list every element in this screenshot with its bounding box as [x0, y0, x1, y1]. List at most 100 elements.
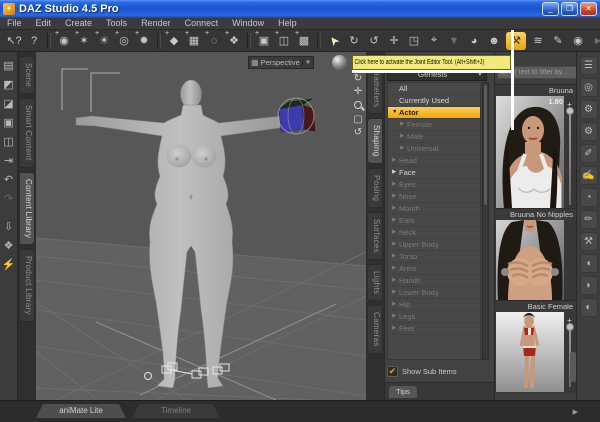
weight-map-brush-tool-icon[interactable]: ≋ — [528, 32, 548, 50]
world-sphere-icon[interactable]: ◐ — [579, 298, 598, 317]
tool-clamp-icon[interactable]: ⚒ — [579, 232, 598, 251]
scale-tool-icon[interactable]: ◳ — [404, 32, 424, 50]
list-item-female[interactable]: ▶ Female — [388, 119, 480, 131]
list-item-mouth[interactable]: ▶ Mouth — [388, 203, 480, 215]
new-null-icon[interactable]: ◌ — [204, 30, 224, 50]
annotate-pencil-icon[interactable]: ✏ — [579, 210, 598, 229]
context-help-icon[interactable]: ↖? — [4, 32, 24, 50]
list-item-eyes[interactable]: ▶ Eyes — [388, 179, 480, 191]
tab-cameras[interactable]: Cameras — [367, 305, 383, 354]
list-item-hip[interactable]: ▶ Hip — [388, 299, 480, 311]
list-item-actor[interactable]: ▼ Actor — [388, 107, 480, 119]
save-as-file-icon[interactable]: ◫ — [1, 132, 17, 151]
tab-posing[interactable]: Posing — [367, 167, 383, 209]
tab-shaping[interactable]: Shaping — [367, 118, 383, 164]
list-item-legs[interactable]: ▶ Legs — [388, 311, 480, 323]
rotate-tool-icon[interactable]: ↻ — [344, 32, 364, 50]
shape-card-bruuna[interactable]: Bruuna 1.80 + — [495, 84, 577, 209]
style-pencil-icon[interactable]: ✐ — [579, 144, 598, 163]
universal-tool-icon[interactable]: ⌖ — [424, 32, 444, 50]
frame-control-icon[interactable]: ▢ — [353, 113, 362, 126]
reset-view-control-icon[interactable]: ↺ — [354, 126, 362, 139]
new-group-icon[interactable]: ▦ — [184, 30, 204, 50]
zoom-control-icon[interactable] — [354, 101, 362, 109]
new-node-icon[interactable]: ◫ — [274, 30, 294, 50]
tab-tips[interactable]: Tips — [389, 386, 417, 398]
scrollbar-thumb[interactable] — [484, 85, 487, 205]
shader-ball-icon[interactable]: ◔ — [579, 188, 598, 207]
menu-tools[interactable]: Tools — [99, 18, 134, 29]
tab-timeline[interactable]: Timeline — [132, 404, 220, 418]
configure-gear-icon[interactable]: ⚙ — [579, 100, 598, 119]
minimize-button[interactable]: _ — [542, 2, 559, 16]
list-item-nose[interactable]: ▶ Nose — [388, 191, 480, 203]
activity-target-icon[interactable]: ◎ — [579, 78, 598, 97]
restore-button[interactable]: ❐ — [561, 2, 578, 16]
list-item-currently-used[interactable]: Currently Used — [388, 95, 480, 107]
translate-tool-icon[interactable]: ✛ — [384, 32, 404, 50]
list-item-ears[interactable]: ▶ Ears — [388, 215, 480, 227]
title-bar[interactable]: ✦ DAZ Studio 4.5 Pro _ ❐ ✕ — [0, 0, 600, 18]
new-figure-icon[interactable]: ▣ — [254, 30, 274, 50]
figure-edit-icon[interactable]: ✍ — [579, 166, 598, 185]
new-distant-light-icon[interactable]: ✶ — [74, 30, 94, 50]
dock-options-icon[interactable]: ▶ — [573, 408, 578, 416]
undo-icon[interactable]: ↶ — [1, 170, 17, 189]
menu-create[interactable]: Create — [58, 18, 99, 29]
tab-product-library[interactable]: Product Library — [19, 248, 35, 322]
show-sub-items-checkbox[interactable]: ✔ — [387, 365, 398, 377]
save-file-icon[interactable]: ▣ — [1, 113, 17, 132]
joint-editor-tool-icon[interactable]: ⚒ — [506, 31, 526, 50]
viewport-canvas[interactable] — [36, 52, 366, 400]
open-file-icon[interactable]: ◩ — [1, 75, 17, 94]
menu-file[interactable]: File — [0, 18, 29, 29]
tab-surfaces[interactable]: Surfaces — [367, 212, 383, 261]
slider-track[interactable] — [568, 113, 571, 205]
active-pose-tool-icon[interactable]: ↺ — [364, 32, 384, 50]
list-item-feet[interactable]: ▶ Feet — [388, 323, 480, 335]
chevron-down-icon[interactable]: ▼ — [302, 59, 313, 66]
tab-scene[interactable]: Scene — [19, 56, 35, 95]
animate-figure-icon[interactable]: ⚡ — [1, 255, 17, 274]
merge-file-icon[interactable]: ◪ — [1, 94, 17, 113]
new-point-light-icon[interactable]: ☀ — [94, 30, 114, 50]
view-rotation-ball[interactable] — [332, 55, 347, 70]
new-file-icon[interactable]: ▤ — [1, 56, 17, 75]
shape-thumbnail-bruuna[interactable] — [496, 96, 564, 208]
new-dformer-icon[interactable]: ❖ — [224, 30, 244, 50]
render-button-icon[interactable]: ◉ — [568, 32, 588, 50]
list-item-head[interactable]: ▶ Head — [388, 155, 480, 167]
pane-menu-icon[interactable]: ☰ — [579, 56, 598, 75]
new-primitive-icon[interactable]: ◆ — [164, 30, 184, 50]
menu-help[interactable]: Help — [271, 18, 304, 29]
list-item-upper-body[interactable]: ▶ Upper Body — [388, 239, 480, 251]
new-prop-icon[interactable]: ▩ — [294, 30, 314, 50]
list-item-arms[interactable]: ▶ Arms — [388, 263, 480, 275]
tab-animate-lite[interactable]: aniMate Lite — [36, 404, 126, 418]
list-item-face[interactable]: ▶ Face — [388, 167, 480, 179]
view-selector[interactable]: ▦ Perspective View ▼ — [248, 56, 314, 69]
list-item-universal[interactable]: ▶ Universal — [388, 143, 480, 155]
list-item-hands[interactable]: ▶ Hands — [388, 275, 480, 287]
send-to-icon[interactable]: ❖ — [1, 236, 17, 255]
list-item-torso[interactable]: ▶ Torso — [388, 251, 480, 263]
3d-viewport[interactable]: ▦ Perspective View ▼ ↻ ✛ ▢ ↺ — [36, 52, 366, 400]
shape-card-bruuna-no-nipples[interactable]: Bruuna No Nipples — [495, 208, 577, 301]
tab-content-library[interactable]: Content Library — [19, 171, 35, 245]
list-item-lower-body[interactable]: ▶ Lower Body — [388, 287, 480, 299]
shape-card-basic-female[interactable]: Basic Female + — [495, 300, 577, 393]
shape-thumbnail-bruuna-no-nipples[interactable] — [496, 220, 564, 300]
pan-control-icon[interactable]: ✛ — [354, 85, 362, 98]
menu-connect[interactable]: Connect — [178, 18, 226, 29]
tab-lights[interactable]: Lights — [367, 264, 383, 302]
close-button[interactable]: ✕ — [580, 2, 597, 16]
list-item-neck[interactable]: ▶ Neck — [388, 227, 480, 239]
new-camera-icon[interactable]: ◉ — [54, 30, 74, 50]
morph-arm-b-icon[interactable]: ◗ — [579, 276, 598, 295]
surface-cone-tool-icon[interactable]: ▼ — [444, 32, 464, 50]
menu-window[interactable]: Window — [225, 18, 271, 29]
shape-thumbnail-basic-female[interactable] — [496, 312, 564, 392]
list-item-all[interactable]: All — [388, 83, 480, 95]
import-file-icon[interactable]: ⇥ — [1, 151, 17, 170]
new-linear-point-light-icon[interactable]: ✸ — [134, 30, 154, 50]
